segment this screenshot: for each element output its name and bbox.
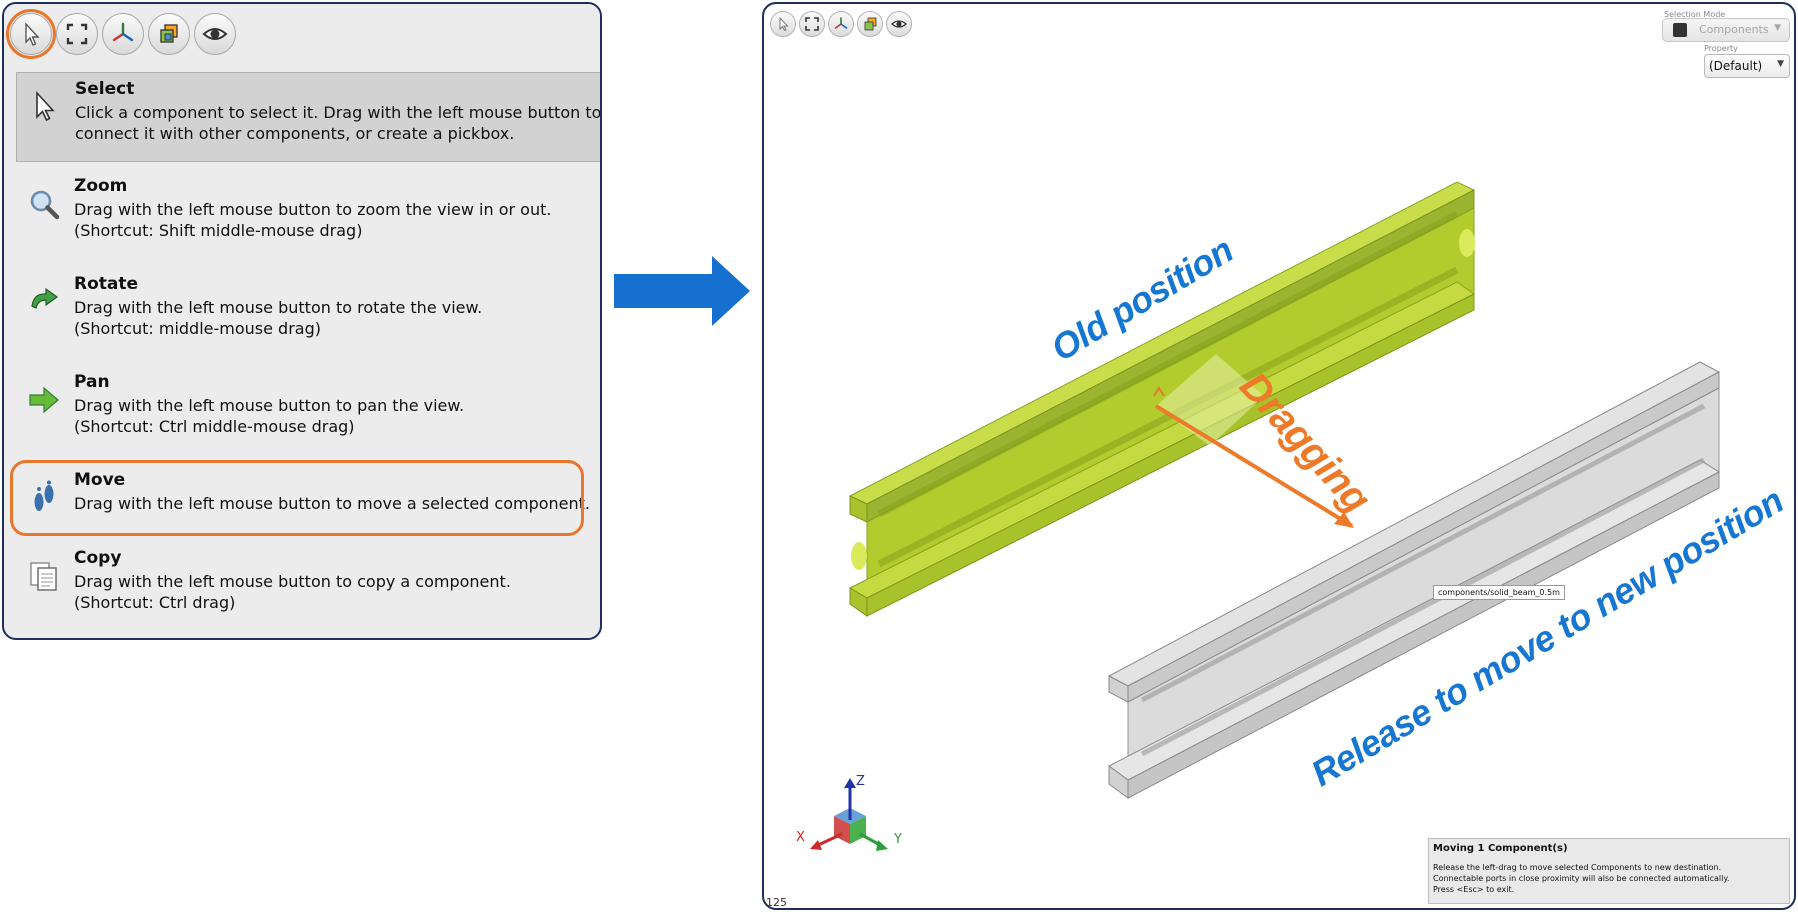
tool-item-rotate[interactable]: Rotate Drag with the left mouse button t…: [16, 268, 600, 358]
info-title: Moving 1 Component(s): [1433, 843, 1568, 854]
tool-description: Drag with the left mouse button to zoom …: [74, 200, 552, 240]
tool-title: Zoom: [74, 176, 128, 196]
visibility-button[interactable]: [194, 13, 236, 55]
tool-description: Drag with the left mouse button to rotat…: [74, 298, 483, 338]
status-info-box: Moving 1 Component(s) Release the left-d…: [1428, 838, 1790, 904]
cubes-icon: [160, 24, 178, 43]
tool-item-select[interactable]: Select Click a component to select it. D…: [16, 72, 602, 162]
cursor-icon: [27, 89, 63, 125]
scene-canvas: [810, 181, 1721, 851]
tool-title: Pan: [74, 372, 110, 392]
tool-description: Drag with the left mouse button to copy …: [74, 572, 511, 612]
tool-title: Select: [75, 79, 135, 99]
orientation-triad: [810, 778, 888, 851]
view-style-button[interactable]: [148, 13, 190, 55]
tool-palette-panel: Select Click a component to select it. D…: [2, 2, 602, 640]
3d-viewport[interactable]: Selection Mode Components ▼ Property (De…: [762, 2, 1796, 910]
cursor-icon: [25, 22, 40, 46]
tool-description: Click a component to select it. Drag wit…: [75, 103, 602, 143]
transition-arrow-icon: [614, 256, 750, 326]
tool-description: Drag with the left mouse button to pan t…: [74, 396, 465, 436]
eye-icon: [202, 28, 228, 40]
axis-y-label: Y: [894, 832, 902, 847]
move-highlight-outline: [10, 460, 584, 536]
tool-item-copy[interactable]: Copy Drag with the left mouse button to …: [16, 542, 600, 632]
tool-title: Copy: [74, 548, 122, 568]
corner-number: 125: [766, 896, 787, 909]
tool-item-pan[interactable]: Pan Drag with the left mouse button to p…: [16, 366, 600, 456]
rotate-arrow-icon: [26, 284, 62, 320]
axis-x-label: X: [796, 830, 805, 845]
info-line: Release the left-drag to move selected C…: [1433, 863, 1722, 872]
magnifier-icon: [26, 186, 62, 222]
info-line: Press <Esc> to exit.: [1433, 885, 1515, 894]
fit-view-icon: [66, 23, 88, 45]
axes-view-button[interactable]: [102, 13, 144, 55]
info-line: Connectable ports in close proximity wil…: [1433, 874, 1730, 883]
axis-z-label: Z: [856, 774, 865, 789]
right-arrow-icon: [26, 382, 62, 418]
copy-pages-icon: [26, 558, 62, 594]
fit-view-button[interactable]: [56, 13, 98, 55]
component-tooltip: components/solid_beam_0.5m: [1433, 585, 1565, 600]
axes-icon: [112, 22, 134, 42]
tool-palette-toolbar: [4, 4, 600, 66]
tool-item-zoom[interactable]: Zoom Drag with the left mouse button to …: [16, 170, 600, 260]
tool-title: Rotate: [74, 274, 139, 294]
select-tool-button[interactable]: [6, 9, 56, 59]
